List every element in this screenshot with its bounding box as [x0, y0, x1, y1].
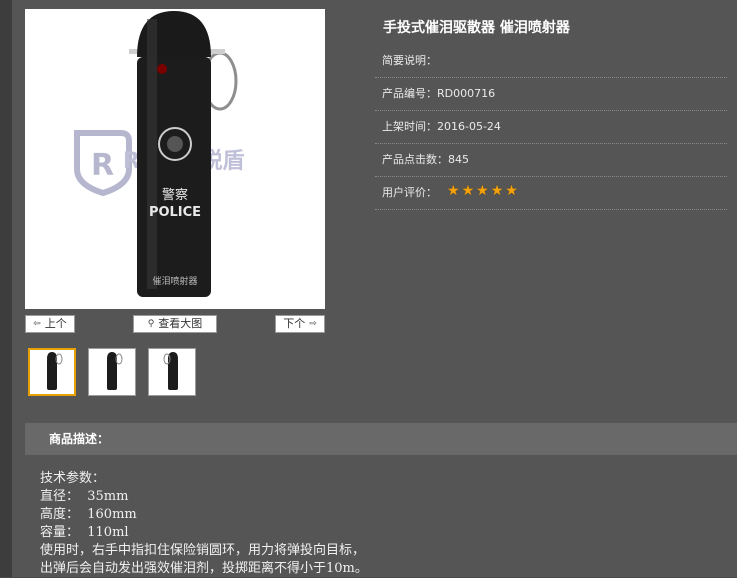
star-icon: ★	[490, 183, 504, 199]
next-button[interactable]: 下个 ⇨	[275, 315, 325, 333]
rating-label: 用户评价：	[382, 186, 437, 199]
magnifier-icon: ⚲	[147, 319, 155, 329]
description-line: 高度： 160mm	[40, 507, 137, 522]
thumbnail-canister-icon	[163, 352, 178, 390]
star-icon: ★	[461, 183, 475, 199]
next-label: 下个	[283, 317, 306, 330]
click-count-label: 产品点击数：	[382, 153, 448, 166]
rating-row: 用户评价： ★ ★ ★ ★ ★	[375, 177, 727, 210]
left-border	[0, 0, 12, 577]
prev-label: 上个	[44, 317, 67, 330]
thumbnail-2[interactable]	[88, 348, 136, 396]
product-code-row: 产品编号： RD000716	[375, 78, 727, 111]
svg-text:警察: 警察	[162, 187, 188, 203]
description-line: 技术参数：	[40, 471, 106, 486]
product-title: 手投式催泪驱散器 催泪喷射器	[383, 20, 570, 36]
spray-canister-image: R R SON锐盾 警察 POLICE 催泪喷射器	[74, 11, 245, 297]
listing-date-row: 上架时间： 2016-05-24	[375, 111, 727, 144]
thumbnail-canister-icon	[47, 352, 63, 390]
summary-row: 简要说明：	[375, 45, 727, 78]
svg-text:R: R	[91, 148, 114, 183]
description-line: 出弹后会自动发出强效催泪剂，投掷距离不得小于10m。	[40, 561, 368, 576]
product-info-panel: 手投式催泪驱散器 催泪喷射器 简要说明： 产品编号： RD000716 上架时间…	[375, 10, 727, 210]
listing-date-value: 2016-05-24	[437, 120, 501, 133]
summary-label: 简要说明：	[382, 54, 437, 67]
star-icon: ★	[476, 183, 489, 199]
product-code-value: RD000716	[437, 87, 496, 100]
svg-text:POLICE: POLICE	[149, 205, 201, 220]
arrow-right-icon: ⇨	[309, 319, 317, 329]
click-count-row: 产品点击数： 845	[375, 144, 727, 177]
description-line: 使用时，右手中指扣住保险销圆环，用力将弹投向目标，	[40, 543, 366, 558]
thumbnail-3[interactable]	[148, 348, 196, 396]
prev-button[interactable]: ⇦ 上个	[25, 315, 75, 333]
product-code-label: 产品编号：	[382, 87, 437, 100]
star-icon: ★	[447, 183, 460, 199]
description-line: 直径： 35mm	[40, 489, 129, 504]
main-product-image[interactable]: R R SON锐盾 警察 POLICE 催泪喷射器	[25, 9, 325, 309]
description-header: 商品描述：	[25, 423, 737, 455]
arrow-left-icon: ⇦	[33, 319, 41, 329]
thumbnail-1[interactable]	[28, 348, 76, 396]
description-line: 容量： 110ml	[40, 525, 129, 540]
svg-text:催泪喷射器: 催泪喷射器	[152, 275, 197, 287]
star-icon: ★	[505, 183, 518, 199]
description-body: 技术参数： 直径： 35mm 高度： 160mm 容量： 110ml 使用时，右手中指扣…	[40, 470, 730, 578]
rating-stars: ★ ★ ★ ★ ★	[447, 184, 518, 198]
thumbnail-canister-icon	[107, 352, 123, 390]
click-count-value: 845	[448, 153, 469, 166]
view-large-button[interactable]: ⚲ 查看大图	[133, 315, 217, 333]
listing-date-label: 上架时间：	[382, 120, 437, 133]
view-large-label: 查看大图	[158, 317, 203, 330]
